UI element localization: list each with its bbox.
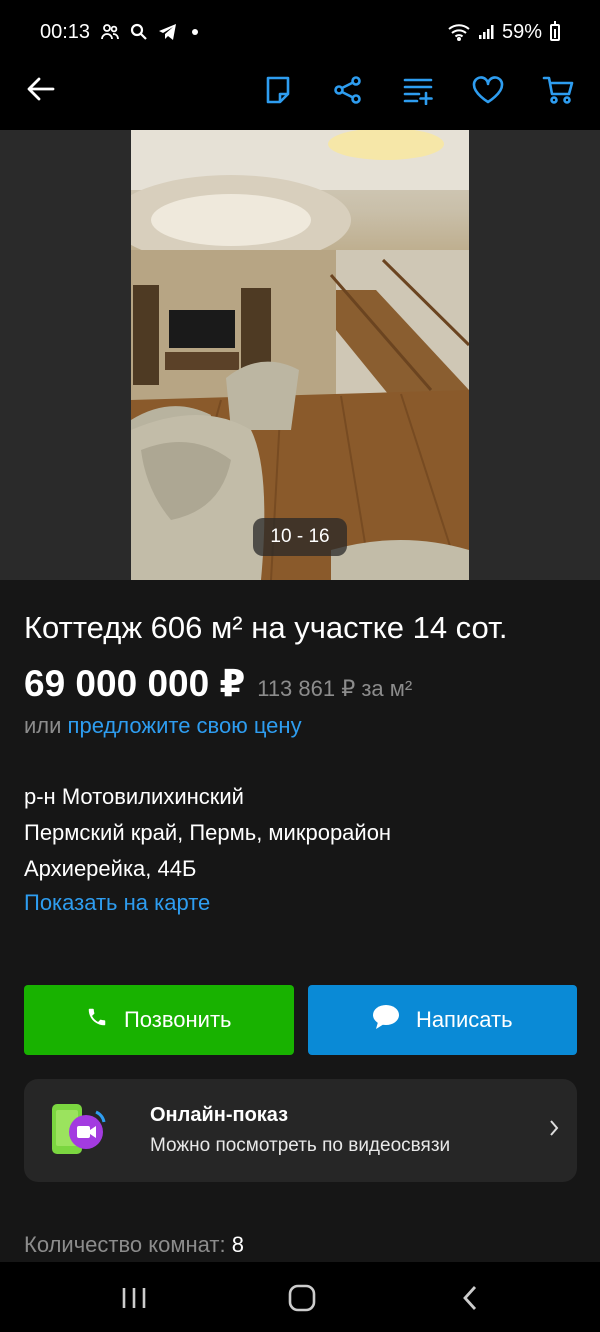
district: р-н Мотовилихинский <box>24 784 244 809</box>
address-block: р-н Мотовилихинский Пермский край, Пермь… <box>24 779 576 887</box>
call-button-label: Позвонить <box>123 1007 232 1032</box>
chevron-right-icon <box>549 1119 559 1142</box>
telegram-icon <box>158 23 178 41</box>
listing-price: 69 000 000 ₽ <box>24 663 246 704</box>
chat-bubble-icon <box>372 1004 400 1036</box>
photo-counter: 10 - 16 <box>253 518 347 556</box>
online-show-card[interactable]: Онлайн-показ Можно посмотреть по видеосв… <box>24 1079 577 1182</box>
notification-dot-icon <box>192 29 199 35</box>
show-on-map-link[interactable]: Показать на карте <box>24 887 576 919</box>
search-icon <box>130 23 148 41</box>
offer-price-link[interactable]: предложите свою цену <box>68 713 302 738</box>
battery-icon <box>550 20 560 41</box>
rooms-label: Количество комнат: <box>24 1232 226 1257</box>
system-back-icon[interactable] <box>450 1282 490 1314</box>
cart-icon[interactable] <box>538 70 578 110</box>
favorite-heart-icon[interactable] <box>468 70 508 110</box>
home-icon[interactable] <box>282 1282 322 1314</box>
phone-icon <box>86 1006 108 1034</box>
action-buttons: Позвонить Написать <box>24 985 577 1055</box>
call-button[interactable]: Позвонить <box>24 985 294 1055</box>
status-time: 00:13 <box>40 20 91 43</box>
recent-apps-icon[interactable] <box>114 1282 154 1314</box>
battery-percent: 59% <box>501 20 542 43</box>
offer-price-row: или предложите свою цену <box>24 713 576 739</box>
back-arrow-icon[interactable] <box>24 72 58 106</box>
compare-list-icon[interactable] <box>398 70 438 110</box>
write-button[interactable]: Написать <box>307 985 577 1055</box>
write-button-label: Написать <box>415 1007 513 1032</box>
listing-content: Коттедж 606 м² на участке 14 сот. 69 000… <box>0 580 600 919</box>
offer-prefix: или <box>24 713 62 738</box>
people-icon <box>100 22 120 42</box>
listing-title: Коттедж 606 м² на участке 14 сот. <box>24 610 508 645</box>
signal-icon <box>478 24 494 40</box>
share-icon[interactable] <box>328 70 368 110</box>
price-row: 69 000 000 ₽ 113 861 ₽ за м² <box>24 662 576 705</box>
video-call-icon <box>50 1102 108 1160</box>
system-nav-bar <box>0 1262 600 1332</box>
top-toolbar <box>0 48 600 130</box>
photo-gallery[interactable]: 10 - 16 <box>0 130 600 580</box>
price-per-m2: 113 861 ₽ за м² <box>257 676 413 701</box>
online-show-title: Онлайн-показ <box>150 1104 289 1126</box>
rooms-param: Количество комнат: 8 <box>24 1232 244 1258</box>
note-icon[interactable] <box>258 70 298 110</box>
rooms-value: 8 <box>231 1232 244 1257</box>
listing-photo[interactable] <box>131 130 469 580</box>
address: Пермский край, Пермь, микрорайон Архиере… <box>24 820 392 881</box>
wifi-icon <box>448 23 470 41</box>
online-show-subtitle: Можно посмотреть по видеосвязи <box>150 1135 451 1156</box>
